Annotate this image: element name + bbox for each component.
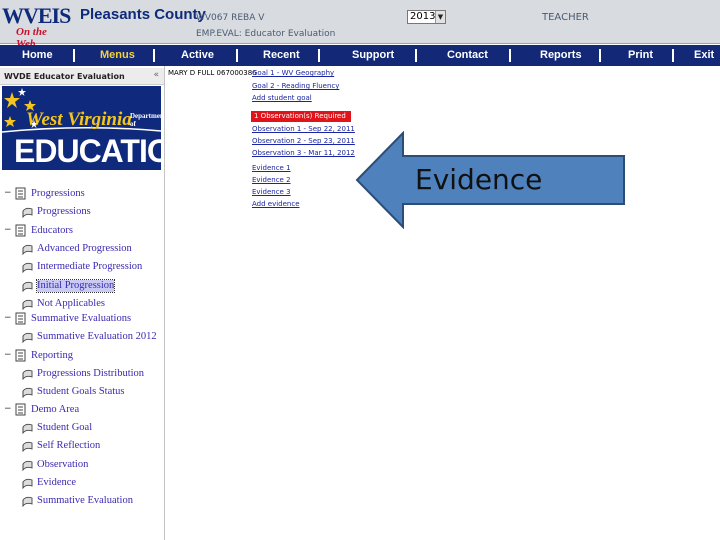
observations-required-alert: 1 Observation(s) Required (251, 111, 351, 122)
year-select[interactable]: 2013 ▼ (407, 10, 446, 24)
collapse-toggle-icon[interactable]: − (4, 225, 12, 235)
observation-1-link[interactable]: Observation 1 - Sep 22, 2011 (252, 125, 355, 134)
tree-category-label: Progressions (31, 188, 85, 199)
page-icon (22, 496, 33, 507)
nav-divider (509, 49, 511, 62)
tree-item-label: Student Goal (37, 422, 93, 434)
tree-item-label: Self Reflection (37, 440, 101, 452)
observation-3-link[interactable]: Observation 3 - Mar 11, 2012 (252, 149, 355, 158)
chevron-down-icon[interactable]: ▼ (435, 11, 445, 23)
system-code: WV067 REBA V (196, 13, 265, 23)
collapse-icon[interactable]: « (153, 70, 159, 81)
module-title: EMP.EVAL: Educator Evaluation (196, 29, 336, 39)
banner-state: West Virginia (26, 109, 132, 130)
sidebar-header: WVDE Educator Evaluation « (0, 68, 164, 85)
banner-education: EDUCATION (14, 133, 161, 169)
evidence-3-link[interactable]: Evidence 3 (252, 188, 291, 197)
evidence-2-link[interactable]: Evidence 2 (252, 176, 291, 185)
nav-divider (672, 49, 674, 62)
page-icon (22, 388, 33, 399)
page-icon (22, 460, 33, 471)
nav-divider (599, 49, 601, 62)
tree-item-label: Advanced Progression (37, 243, 132, 255)
nav-print[interactable]: Print (628, 48, 653, 62)
book-icon (15, 312, 26, 325)
page-icon (22, 478, 33, 489)
user-role: TEACHER (542, 12, 589, 23)
page-icon (22, 370, 33, 381)
sidebar: WVDE Educator Evaluation « West Virginia… (0, 66, 165, 540)
tree-item-label: Initial Progression (35, 278, 116, 293)
nav-active[interactable]: Active (181, 48, 214, 62)
tree-category-label: Summative Evaluations (31, 313, 132, 324)
nav-divider (153, 49, 155, 62)
page-icon (22, 281, 33, 292)
nav-divider (318, 49, 320, 62)
tree-item-label: Evidence (37, 476, 77, 488)
sidebar-title: WVDE Educator Evaluation (4, 72, 125, 81)
page-icon (22, 333, 33, 344)
tree-item-label: Student Goals Status (37, 386, 125, 398)
app-header: WVEIS On the Web Pleasants County WV067 … (0, 0, 720, 51)
book-icon (15, 224, 26, 237)
goal-2-link[interactable]: Goal 2 - Reading Fluency (252, 82, 339, 91)
book-icon (15, 403, 26, 416)
nav-support[interactable]: Support (352, 48, 394, 62)
observation-2-link[interactable]: Observation 2 - Sep 23, 2011 (252, 137, 355, 146)
nav-home[interactable]: Home (22, 48, 53, 62)
tree-item-label: Not Applicables (37, 297, 105, 309)
collapse-toggle-icon[interactable]: − (4, 313, 12, 323)
tree-item-label: Summative Evaluation 2012 (37, 331, 157, 343)
add-evidence-link[interactable]: Add evidence (252, 200, 300, 209)
tree-item-label: Summative Evaluation (37, 495, 133, 506)
main-nav: Home Menus Active Recent Support Contact… (0, 45, 720, 66)
page-icon (22, 299, 33, 310)
year-value: 2013 (410, 11, 436, 22)
page-icon (22, 263, 33, 274)
nav-reports[interactable]: Reports (540, 48, 582, 62)
county-name: Pleasants County (80, 6, 206, 23)
tree-category-label: Demo Area (31, 404, 80, 415)
page-icon (22, 208, 33, 219)
logo-text: WVEIS (2, 3, 71, 28)
page-icon (22, 442, 33, 453)
tree-item-label: Intermediate Progression (37, 261, 143, 273)
nav-divider (73, 49, 75, 62)
banner-dept: Department of (130, 112, 161, 128)
nav-divider (236, 49, 238, 62)
nav-contact[interactable]: Contact (447, 48, 488, 62)
goal-1-link[interactable]: Goal 1 - WV Geography (252, 69, 334, 78)
book-icon (15, 349, 26, 362)
evidence-callout: Evidence (355, 131, 627, 229)
evidence-1-link[interactable]: Evidence 1 (252, 164, 291, 173)
page-icon (22, 245, 33, 256)
wveis-logo[interactable]: WVEIS On the Web (2, 3, 71, 51)
nav-exit[interactable]: Exit (694, 48, 714, 62)
tree-category-label: Reporting (31, 350, 73, 361)
tree-item-label: Progressions Distribution (37, 368, 145, 380)
nav-divider (415, 49, 417, 62)
employee-id: MARY D FULL 067000386 (168, 69, 257, 77)
collapse-toggle-icon[interactable]: − (4, 188, 12, 198)
add-goal-link[interactable]: Add student goal (252, 94, 312, 103)
tree-category-label: Educators (31, 225, 73, 236)
callout-label: Evidence (415, 163, 543, 196)
wvde-banner: West Virginia Department of EDUCATION (2, 86, 161, 170)
nav-menus[interactable]: Menus (100, 48, 135, 62)
book-icon (15, 187, 26, 200)
nav-recent[interactable]: Recent (263, 48, 300, 62)
collapse-toggle-icon[interactable]: − (4, 350, 12, 360)
page-icon (22, 424, 33, 435)
collapse-toggle-icon[interactable]: − (4, 404, 12, 414)
tree-item-label: Observation (37, 458, 89, 470)
tree-item-label: Progressions (37, 206, 91, 218)
alert-text: 1 Observation(s) Required (254, 112, 346, 120)
